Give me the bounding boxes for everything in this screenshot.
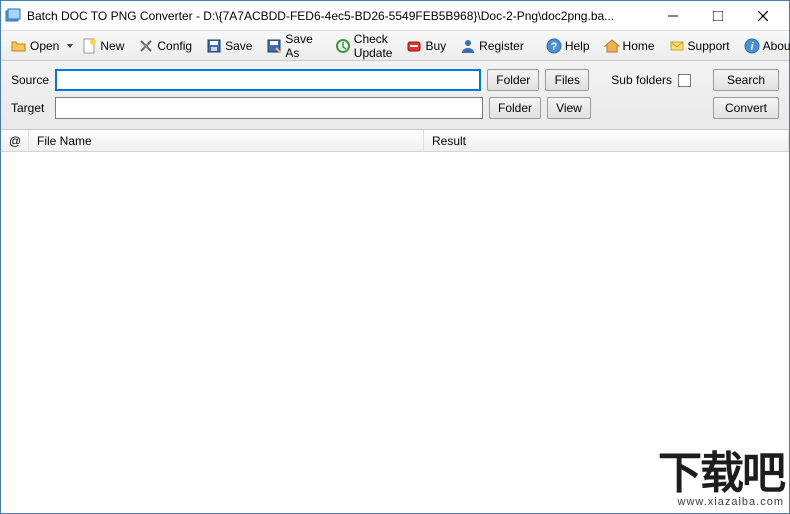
help-button[interactable]: ? Help	[540, 34, 596, 58]
save-label: Save	[225, 39, 252, 53]
column-at[interactable]: @	[1, 130, 29, 151]
saveas-icon	[266, 38, 282, 54]
target-folder-button[interactable]: Folder	[489, 97, 541, 119]
new-label: New	[100, 39, 124, 53]
target-row: Target Folder View Convert	[11, 97, 779, 119]
new-file-icon	[81, 38, 97, 54]
register-label: Register	[479, 39, 524, 53]
target-view-button[interactable]: View	[547, 97, 591, 119]
form-area: Source Folder Files Sub folders Search T…	[1, 61, 789, 130]
saveas-label: Save As	[285, 32, 312, 60]
buy-button[interactable]: Buy	[400, 34, 452, 58]
about-label: About	[763, 39, 790, 53]
minimize-button[interactable]	[650, 2, 695, 30]
cart-icon	[406, 38, 422, 54]
support-label: Support	[688, 39, 730, 53]
checkupdate-button[interactable]: Check Update	[329, 34, 399, 58]
maximize-button[interactable]	[695, 2, 740, 30]
home-label: Home	[623, 39, 655, 53]
list-header: @ File Name Result	[1, 130, 789, 152]
folder-open-icon	[11, 38, 27, 54]
support-button[interactable]: Support	[663, 34, 736, 58]
help-icon: ?	[546, 38, 562, 54]
titlebar: Batch DOC TO PNG Converter - D:\{7A7ACBD…	[1, 1, 789, 31]
open-dropdown[interactable]	[67, 34, 73, 58]
minimize-icon	[668, 11, 678, 21]
home-button[interactable]: Home	[598, 34, 661, 58]
new-button[interactable]: New	[75, 34, 130, 58]
open-button[interactable]: Open	[5, 34, 65, 58]
config-label: Config	[157, 39, 192, 53]
svg-text:?: ?	[550, 41, 557, 53]
config-button[interactable]: Config	[132, 34, 198, 58]
close-icon	[758, 11, 768, 21]
column-result[interactable]: Result	[424, 130, 789, 151]
support-icon	[669, 38, 685, 54]
update-icon	[335, 38, 351, 54]
subfolders-checkbox[interactable]	[678, 74, 691, 87]
close-button[interactable]	[740, 2, 785, 30]
save-icon	[206, 38, 222, 54]
help-label: Help	[565, 39, 590, 53]
column-filename[interactable]: File Name	[29, 130, 424, 151]
home-icon	[604, 38, 620, 54]
saveas-button[interactable]: Save As	[260, 34, 318, 58]
about-button[interactable]: i About	[738, 34, 790, 58]
subfolders-label: Sub folders	[611, 73, 672, 87]
app-icon	[5, 8, 21, 24]
source-input[interactable]	[55, 69, 481, 91]
source-files-button[interactable]: Files	[545, 69, 589, 91]
target-input[interactable]	[55, 97, 483, 119]
search-button[interactable]: Search	[713, 69, 779, 91]
buy-label: Buy	[425, 39, 446, 53]
source-label: Source	[11, 73, 49, 87]
chevron-down-icon	[67, 44, 73, 48]
save-button[interactable]: Save	[200, 34, 258, 58]
register-button[interactable]: Register	[454, 34, 530, 58]
source-row: Source Folder Files Sub folders Search	[11, 69, 779, 91]
toolbar: Open New Config Save Save As Check Updat…	[1, 31, 789, 61]
info-icon: i	[744, 38, 760, 54]
convert-button[interactable]: Convert	[713, 97, 779, 119]
open-label: Open	[30, 39, 59, 53]
maximize-icon	[713, 11, 723, 21]
target-label: Target	[11, 101, 49, 115]
window-title: Batch DOC TO PNG Converter - D:\{7A7ACBD…	[27, 9, 650, 23]
user-icon	[460, 38, 476, 54]
checkupdate-label: Check Update	[354, 32, 393, 60]
source-folder-button[interactable]: Folder	[487, 69, 539, 91]
file-list[interactable]	[1, 152, 789, 513]
gear-icon	[138, 38, 154, 54]
